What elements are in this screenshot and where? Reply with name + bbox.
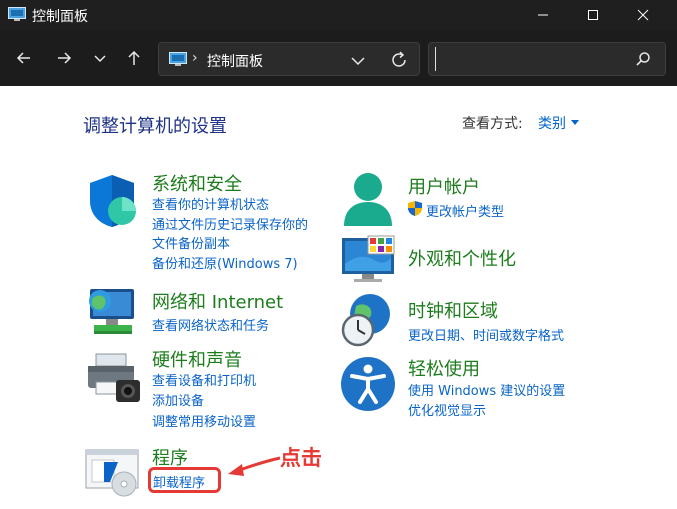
back-button[interactable] [10, 44, 38, 72]
network-icon [89, 289, 134, 334]
category-title-network[interactable]: 网络和 Internet [152, 288, 283, 314]
link-change-account-type[interactable]: 更改帐户类型 [426, 201, 504, 220]
category-title-user-accounts[interactable]: 用户帐户 [408, 173, 480, 199]
personalization-icon [342, 235, 395, 282]
user-icon [344, 173, 392, 226]
recent-locations-button[interactable] [86, 44, 114, 72]
up-button[interactable] [120, 44, 148, 72]
navigation-bar: › 控制面板 [0, 30, 677, 86]
breadcrumb-item[interactable]: 控制面板 [207, 51, 263, 71]
search-input[interactable] [435, 47, 625, 71]
minimize-icon [538, 14, 548, 16]
link-devices-printers[interactable]: 查看设备和打印机 [152, 370, 256, 389]
link-view-computer-status[interactable]: 查看你的计算机状态 [152, 194, 269, 213]
link-date-time-format[interactable]: 更改日期、时间或数字格式 [408, 325, 564, 344]
control-panel-icon [8, 7, 26, 21]
link-mobility-settings[interactable]: 调整常用移动设置 [152, 411, 256, 430]
arrow-left-icon [228, 456, 281, 476]
link-optimize-visual[interactable]: 优化视觉显示 [408, 400, 486, 419]
annotation-label: 点击 [280, 446, 322, 470]
arrow-up-icon [128, 50, 140, 65]
close-icon [637, 9, 649, 21]
category-title-appearance[interactable]: 外观和个性化 [408, 245, 516, 271]
chevron-down-icon[interactable] [349, 51, 367, 69]
link-network-status[interactable]: 查看网络状态和任务 [152, 315, 269, 334]
address-bar[interactable]: › 控制面板 [158, 42, 420, 76]
close-button[interactable] [620, 0, 666, 30]
clock-icon [341, 294, 390, 347]
category-title-system-security[interactable]: 系统和安全 [152, 170, 242, 196]
maximize-button[interactable] [570, 0, 616, 30]
minimize-button[interactable] [520, 0, 566, 30]
category-title-ease-of-access[interactable]: 轻松使用 [408, 355, 480, 381]
caret-down-icon[interactable] [571, 120, 579, 126]
category-title-clock-region[interactable]: 时钟和区域 [408, 297, 498, 323]
link-recommended-settings[interactable]: 使用 Windows 建议的设置 [408, 380, 565, 399]
link-file-history[interactable]: 通过文件历史记录保存你的 [152, 214, 308, 233]
search-box[interactable] [428, 42, 666, 76]
arrow-left-icon [16, 52, 30, 64]
uac-shield-icon [408, 201, 422, 216]
link-add-device[interactable]: 添加设备 [152, 390, 204, 409]
search-icon[interactable] [635, 51, 651, 67]
printer-icon [88, 353, 140, 402]
link-backup-restore[interactable]: 备份和还原(Windows 7) [152, 253, 298, 272]
control-panel-icon [169, 52, 187, 66]
category-title-hardware-sound[interactable]: 硬件和声音 [152, 346, 242, 372]
window-title: 控制面板 [32, 9, 88, 25]
link-file-history-cont[interactable]: 文件备份副本 [152, 233, 230, 252]
forward-button[interactable] [50, 44, 78, 72]
programs-icon [85, 449, 139, 497]
arrow-right-icon [58, 52, 72, 64]
highlight-box [148, 467, 221, 493]
chevron-down-icon [94, 55, 106, 63]
maximize-icon [588, 10, 598, 20]
accessibility-icon [341, 357, 395, 411]
view-by-label: 查看方式: [462, 116, 523, 132]
breadcrumb-separator-icon: › [192, 50, 198, 66]
refresh-icon[interactable] [389, 50, 409, 70]
title-bar: 控制面板 [0, 0, 677, 30]
shield-icon [90, 175, 136, 227]
view-by-dropdown[interactable]: 类别 [538, 113, 566, 133]
page-title: 调整计算机的设置 [83, 116, 227, 137]
